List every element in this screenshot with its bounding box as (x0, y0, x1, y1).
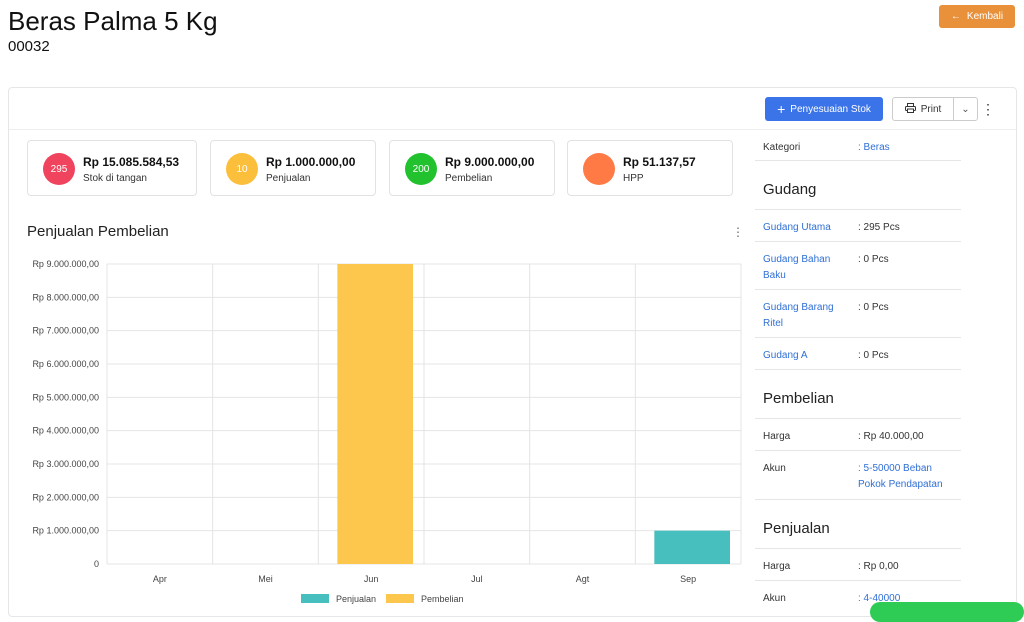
chevron-down-icon: ⌄ (961, 103, 970, 115)
toolbar: + Penyesuaian Stok Print ⌄ ⋮ (9, 88, 1016, 130)
stock-adjustment-button[interactable]: + Penyesuaian Stok (765, 97, 883, 121)
warehouse-row: Gudang A : 0 Pcs (755, 338, 961, 370)
y-tick-label: Rp 9.000.000,00 (32, 259, 99, 269)
bar-pembelian (337, 264, 413, 564)
product-info-panel: Kategori : Beras Gudang Gudang Utama : 2… (755, 130, 961, 621)
y-tick-label: Rp 7.000.000,00 (32, 326, 99, 336)
info-label: Akun (763, 593, 786, 604)
legend-label: Pembelian (421, 594, 464, 604)
purchase-account-row: Akun : 5-50000 Beban Pokok Pendapatan (755, 451, 961, 500)
stat-value: Rp 9.000.000,00 (445, 155, 535, 169)
section-penjualan-title: Penjualan (755, 500, 961, 549)
chat-widget-button[interactable] (870, 602, 1024, 622)
stat-value: Rp 51.137,57 (623, 155, 696, 169)
stat-sales: 10 Rp 1.000.000,00 Penjualan (210, 140, 376, 196)
legend-swatch (301, 594, 329, 603)
stat-purchases: 200 Rp 9.000.000,00 Pembelian (389, 140, 555, 196)
x-tick-label: Mei (258, 574, 273, 584)
info-row-category: Kategori : Beras (755, 130, 961, 161)
page-header: Beras Palma 5 Kg 00032 ← Kembali (0, 0, 1024, 80)
plus-icon: + (777, 101, 786, 117)
warehouse-link[interactable]: Gudang Bahan Baku (763, 252, 853, 284)
stat-value: Rp 1.000.000,00 (266, 155, 356, 169)
purchase-account-link[interactable]: : 5-50000 Beban Pokok Pendapatan (858, 461, 958, 493)
product-code: 00032 (8, 38, 50, 55)
y-tick-label: Rp 8.000.000,00 (32, 292, 99, 302)
stat-badge: 200 (405, 153, 437, 185)
x-tick-label: Sep (680, 574, 696, 584)
print-dropdown-toggle[interactable]: ⌄ (953, 97, 978, 121)
warehouse-row: Gudang Bahan Baku : 0 Pcs (755, 242, 961, 290)
x-tick-label: Apr (153, 574, 167, 584)
info-label: Harga (763, 431, 791, 442)
legend-swatch (386, 594, 414, 603)
sales-price: : Rp 0,00 (858, 561, 899, 572)
section-pembelian-title: Pembelian (755, 370, 961, 419)
kebab-menu-icon: ⋮ (981, 100, 995, 117)
printer-icon (904, 102, 916, 116)
stat-stock-on-hand: 295 Rp 15.085.584,53 Stok di tangan (27, 140, 197, 196)
y-tick-label: Rp 5.000.000,00 (32, 392, 99, 402)
warehouse-row: Gudang Barang Ritel : 0 Pcs (755, 290, 961, 338)
x-tick-label: Jul (471, 574, 483, 584)
arrow-left-icon: ← (950, 11, 961, 22)
info-label: Harga (763, 561, 791, 572)
stat-label: Penjualan (266, 173, 311, 184)
stat-hpp: Rp 51.137,57 HPP (567, 140, 733, 196)
more-options-button[interactable]: ⋮ (981, 97, 995, 121)
category-link[interactable]: : Beras (858, 140, 958, 156)
warehouse-qty: : 0 Pcs (858, 302, 889, 313)
x-tick-label: Jun (364, 574, 379, 584)
stat-value: Rp 15.085.584,53 (83, 155, 180, 169)
sales-price-row: Harga : Rp 0,00 (755, 549, 961, 581)
stock-adjustment-label: Penyesuaian Stok (790, 103, 871, 115)
chart-menu-icon[interactable]: ⋮ (732, 225, 744, 239)
stat-badge: 295 (43, 153, 75, 185)
page-title: Beras Palma 5 Kg (8, 6, 218, 36)
warehouse-qty: : 0 Pcs (858, 254, 889, 265)
stat-label: Stok di tangan (83, 173, 147, 184)
y-tick-label: Rp 4.000.000,00 (32, 426, 99, 436)
stat-badge (583, 153, 615, 185)
back-button-label: Kembali (966, 11, 1004, 22)
back-button[interactable]: ← Kembali (939, 5, 1015, 28)
stat-label: HPP (623, 173, 644, 184)
warehouse-qty: : 295 Pcs (858, 222, 900, 233)
section-gudang-title: Gudang (755, 161, 961, 210)
purchase-price: : Rp 40.000,00 (858, 431, 924, 442)
warehouse-link[interactable]: Gudang Utama (763, 220, 853, 236)
y-tick-label: Rp 2.000.000,00 (32, 492, 99, 502)
warehouse-qty: : 0 Pcs (858, 350, 889, 361)
stat-badge: 10 (226, 153, 258, 185)
sales-purchase-chart: 0 Rp 1.000.000,00 Rp 2.000.000,00 Rp 3.000.… (32, 259, 742, 604)
info-label: Akun (763, 463, 786, 474)
warehouse-link[interactable]: Gudang A (763, 348, 853, 364)
y-tick-label: Rp 6.000.000,00 (32, 359, 99, 369)
y-tick-label: Rp 1.000.000,00 (32, 526, 99, 536)
purchase-price-row: Harga : Rp 40.000,00 (755, 419, 961, 451)
info-label: Kategori (763, 142, 801, 153)
print-label: Print (920, 103, 942, 115)
y-tick-label: Rp 3.000.000,00 (32, 459, 99, 469)
print-button[interactable]: Print (892, 97, 954, 121)
x-tick-label: Agt (576, 574, 590, 584)
legend-label: Penjualan (336, 594, 376, 604)
bar-penjualan (654, 530, 730, 564)
y-tick-label: 0 (94, 559, 99, 569)
chart-title: Penjualan Pembelian (27, 223, 169, 240)
warehouse-link[interactable]: Gudang Barang Ritel (763, 300, 853, 332)
warehouse-row: Gudang Utama : 295 Pcs (755, 210, 961, 242)
product-detail-card: + Penyesuaian Stok Print ⌄ ⋮ 295 Rp 15.0… (8, 87, 1017, 617)
stat-label: Pembelian (445, 173, 493, 184)
